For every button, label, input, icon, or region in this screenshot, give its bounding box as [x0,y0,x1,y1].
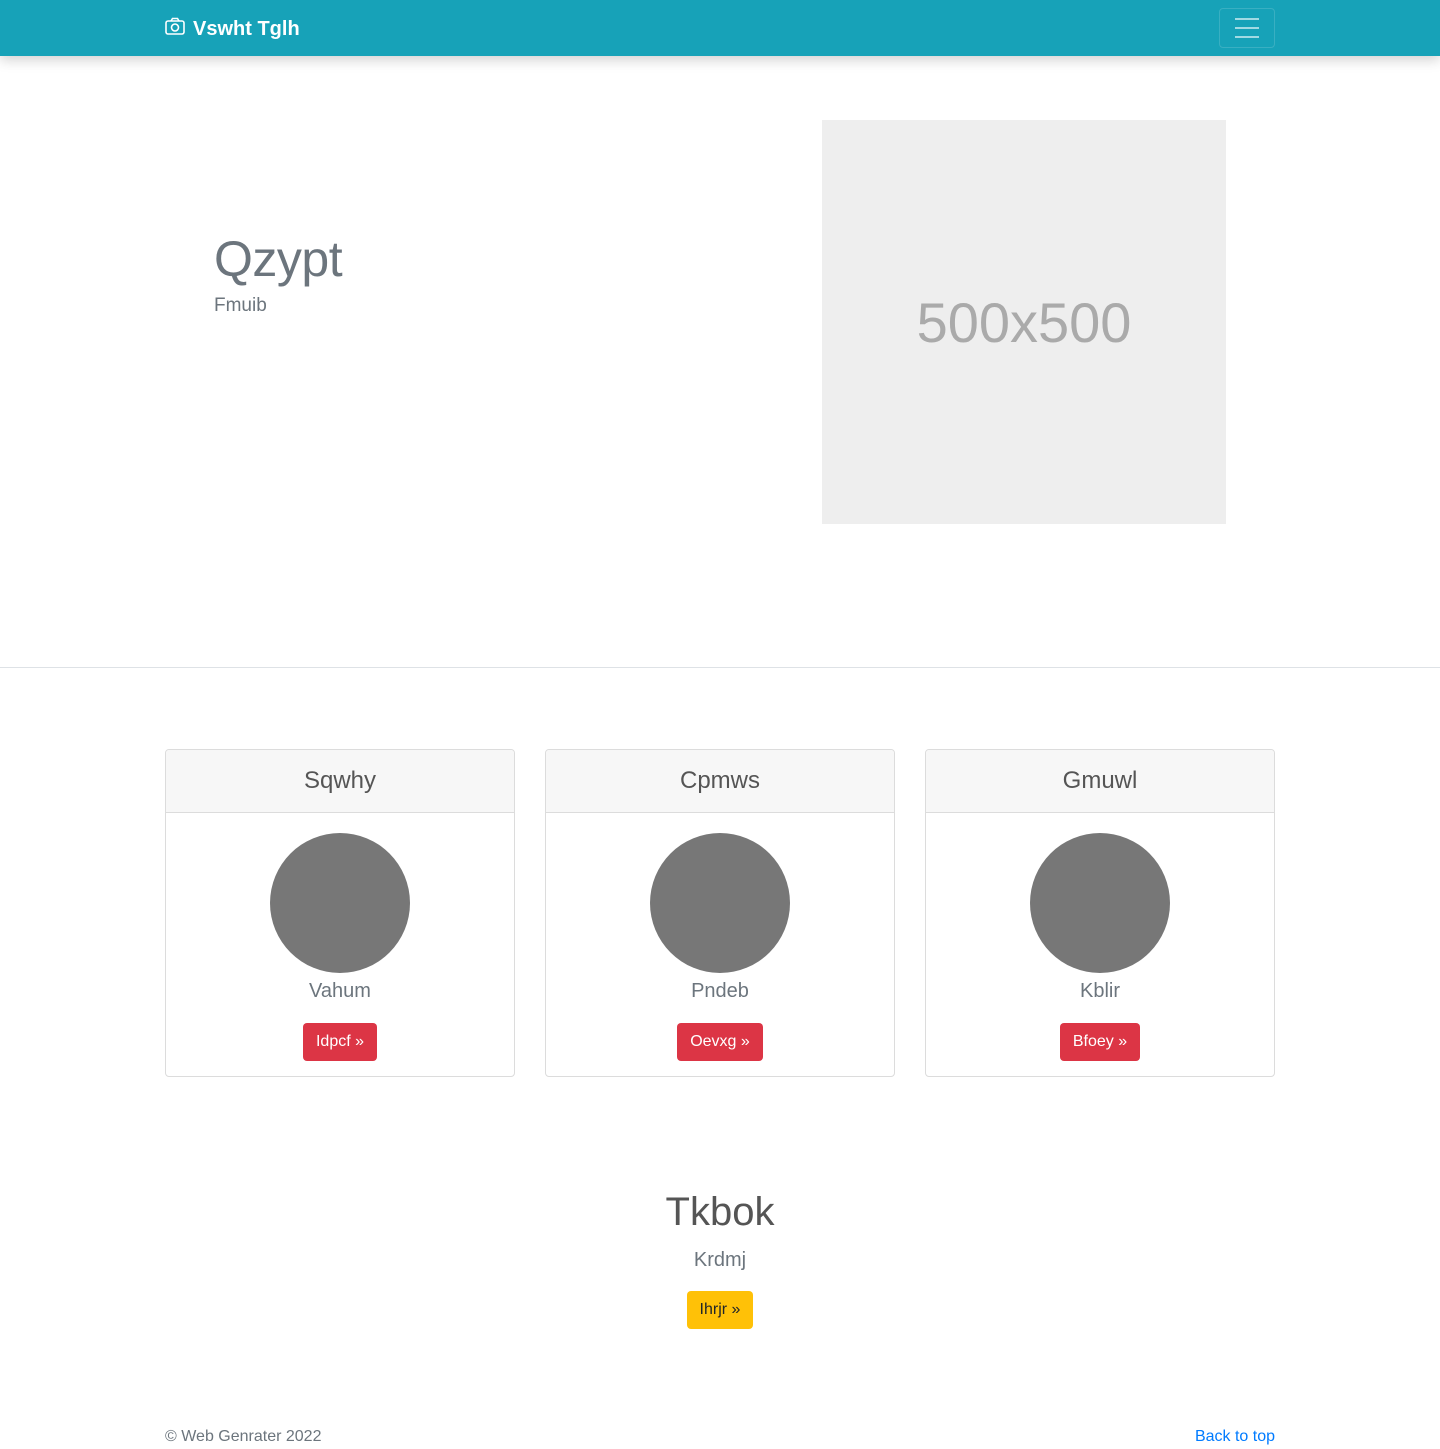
card: Sqwhy Vahum Idpcf » [165,749,515,1077]
card-text: Vahum [309,980,371,1002]
card-button[interactable]: Bfoey » [1059,1023,1141,1061]
hero-title: Qzypt [214,231,343,287]
card-text: Kblir [1079,980,1120,1002]
brand-label: Vswht Tglh [193,17,300,40]
card-text: Pndeb [691,980,749,1002]
cta-subtitle: Krdmj [693,1249,747,1271]
section-divider [0,667,1440,668]
avatar [270,833,410,973]
card-button[interactable]: Idpcf » [302,1023,378,1061]
hamburger-icon [1235,18,1259,20]
back-to-top-link[interactable]: Back to top [1195,1428,1275,1446]
placeholder-image-label: 500x500 [916,290,1132,354]
card-body: Pndeb Oevxg » [546,813,894,1061]
cta-title: Tkbok [665,1190,775,1234]
brand-link[interactable]: Vswht Tglh [165,17,300,40]
card-header: Cpmws [546,750,894,813]
footer-copyright: © Web Genrater 2022 [165,1428,322,1445]
card-header: Sqwhy [166,750,514,813]
hero-subtitle: Fmuib [214,295,267,316]
avatar [650,833,790,973]
card-body: Vahum Idpcf » [166,813,514,1061]
camera-icon [165,17,185,40]
card-body: Kblir Bfoey » [926,813,1274,1061]
hero-placeholder-image: 500x500 [822,120,1226,524]
navbar: Vswht Tglh [0,0,1440,56]
card: Gmuwl Kblir Bfoey » [925,749,1275,1077]
card-header: Gmuwl [926,750,1274,813]
card-button[interactable]: Oevxg » [677,1023,763,1061]
card: Cpmws Pndeb Oevxg » [545,749,895,1077]
cta-button[interactable]: Ihrjr » [687,1291,753,1329]
navbar-toggle-button[interactable] [1219,8,1275,48]
avatar [1030,833,1170,973]
